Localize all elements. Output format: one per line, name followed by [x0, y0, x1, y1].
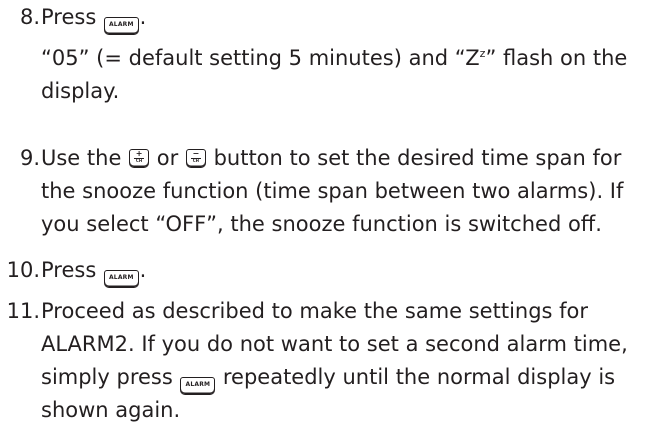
plus-ch-key-icon: + CH [129, 149, 150, 168]
step-number: 11. [6, 299, 40, 323]
step-note-text: ” flash on the [485, 46, 628, 70]
step-text: or [150, 146, 185, 170]
step-text: . [139, 258, 147, 282]
step-text: repeatedly until the normal display is [216, 365, 616, 389]
step-body: Proceed as described to make the same se… [41, 295, 641, 427]
alarm-key-icon: ALARM [103, 270, 139, 288]
step-text: Press [41, 258, 103, 282]
step-line: Proceed as described to make the same se… [41, 299, 589, 323]
step-number: 9. [19, 146, 40, 170]
step-note-text: “05” (= default setting 5 minutes) and “… [41, 46, 480, 70]
step-line: Press ALARM. [41, 1, 641, 35]
step-number: 10. [6, 258, 40, 282]
step-line: you select “OFF”, the snooze function is… [41, 212, 602, 236]
step-text: button to set the desired time span for [206, 146, 622, 170]
alarm-key-icon: ALARM [180, 377, 216, 395]
step-line: Use the + CH or − CH button to set the des… [41, 142, 641, 175]
step-line: the snooze function (time span between t… [41, 179, 624, 203]
step-body: Press ALARM. “05” (= default setting 5 m… [41, 1, 641, 108]
step-note-line: display. [41, 79, 120, 103]
step-text: simply press [41, 365, 180, 389]
minus-ch-key-icon: − CH [185, 149, 206, 168]
step-number: 8. [19, 5, 40, 29]
step-body: Use the + CH or − CH button to set the des… [41, 142, 641, 241]
step-text: Press [41, 5, 103, 29]
step-line: Press ALARM. [41, 254, 641, 288]
step-line: ALARM2. If you do not want to set a seco… [41, 332, 628, 356]
step-text: Use the [41, 146, 129, 170]
alarm-key-icon: ALARM [103, 17, 139, 35]
step-line: shown again. [41, 398, 181, 422]
step-note-line: “05” (= default setting 5 minutes) and “… [41, 42, 641, 75]
step-line: simply press ALARM repeatedly until the … [41, 361, 641, 395]
step-body: Press ALARM. [41, 254, 641, 288]
step-text: . [139, 5, 147, 29]
